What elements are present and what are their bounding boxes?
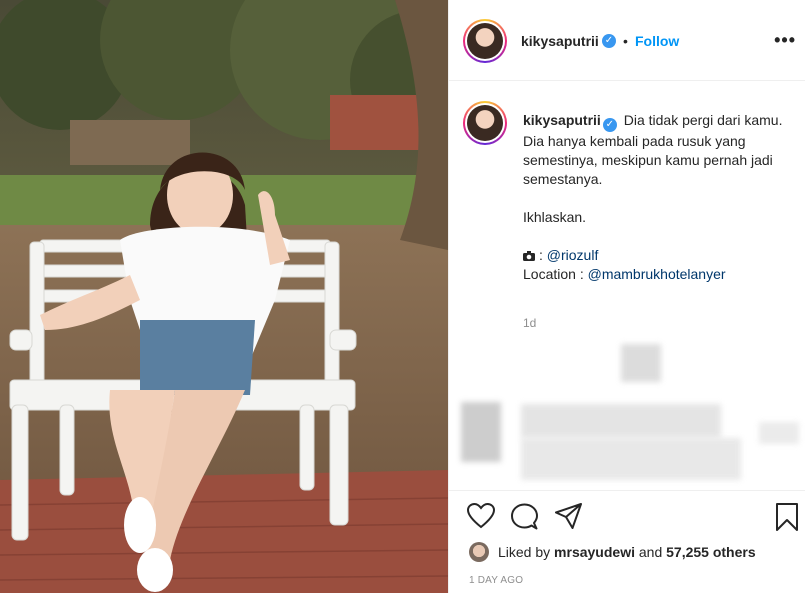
separator-dot: • (623, 33, 628, 49)
likes-summary: Liked by mrsayudewi and 57,255 others (469, 541, 756, 563)
caption-timestamp[interactable]: 1d (523, 316, 536, 330)
heart-icon[interactable] (466, 502, 496, 534)
post-photo[interactable] (0, 0, 448, 593)
caption-line-3: Ikhlaskan. (523, 209, 587, 225)
comments-area: kikysaputrii ✓ Dia tidak pergi dari kamu.… (449, 82, 805, 492)
post-header: kikysaputrii ✓ • Follow ••• (449, 0, 805, 81)
likes-prefix: Liked by (498, 544, 555, 560)
caption-username[interactable]: kikysaputrii (523, 112, 601, 128)
bookmark-icon[interactable] (775, 503, 799, 536)
avatar[interactable] (463, 19, 507, 63)
blurred-comment-region (621, 344, 661, 382)
caption-line-2: Dia hanya kembali pada rusuk yang semest… (523, 133, 773, 187)
blurred-comment-region (521, 438, 741, 480)
location-link[interactable]: @mambrukhotelanyer (588, 266, 726, 282)
post-actions: Liked by mrsayudewi and 57,255 others 1 … (449, 490, 805, 593)
verified-badge-icon: ✓ (602, 118, 617, 132)
likes-count-link[interactable]: 57,255 others (666, 544, 756, 560)
follow-button[interactable]: Follow (635, 33, 679, 49)
photo-credit-link[interactable]: @riozulf (547, 247, 599, 263)
blurred-comment-region (461, 402, 501, 462)
caption-line-1: Dia tidak pergi dari kamu. (623, 112, 783, 128)
camera-icon (523, 247, 535, 261)
share-icon[interactable] (555, 503, 582, 534)
post-timestamp[interactable]: 1 DAY AGO (469, 575, 523, 586)
verified-badge-icon: ✓ (602, 34, 616, 48)
location-label: Location : (523, 266, 588, 282)
liker-username[interactable]: mrsayudewi (554, 544, 635, 560)
post-side-panel: kikysaputrii ✓ • Follow ••• kikysaputrii… (448, 0, 805, 593)
likes-middle: and (634, 544, 667, 560)
comment-icon[interactable] (511, 503, 538, 535)
blurred-comment-region (759, 422, 799, 444)
liker-avatar[interactable] (469, 542, 489, 562)
header-username[interactable]: kikysaputrii (521, 33, 599, 49)
blurred-comment-region (521, 404, 721, 438)
caption-text: kikysaputrii ✓ Dia tidak pergi dari kamu.… (523, 111, 793, 284)
more-options-icon[interactable]: ••• (774, 30, 796, 51)
caption-avatar[interactable] (463, 101, 507, 145)
